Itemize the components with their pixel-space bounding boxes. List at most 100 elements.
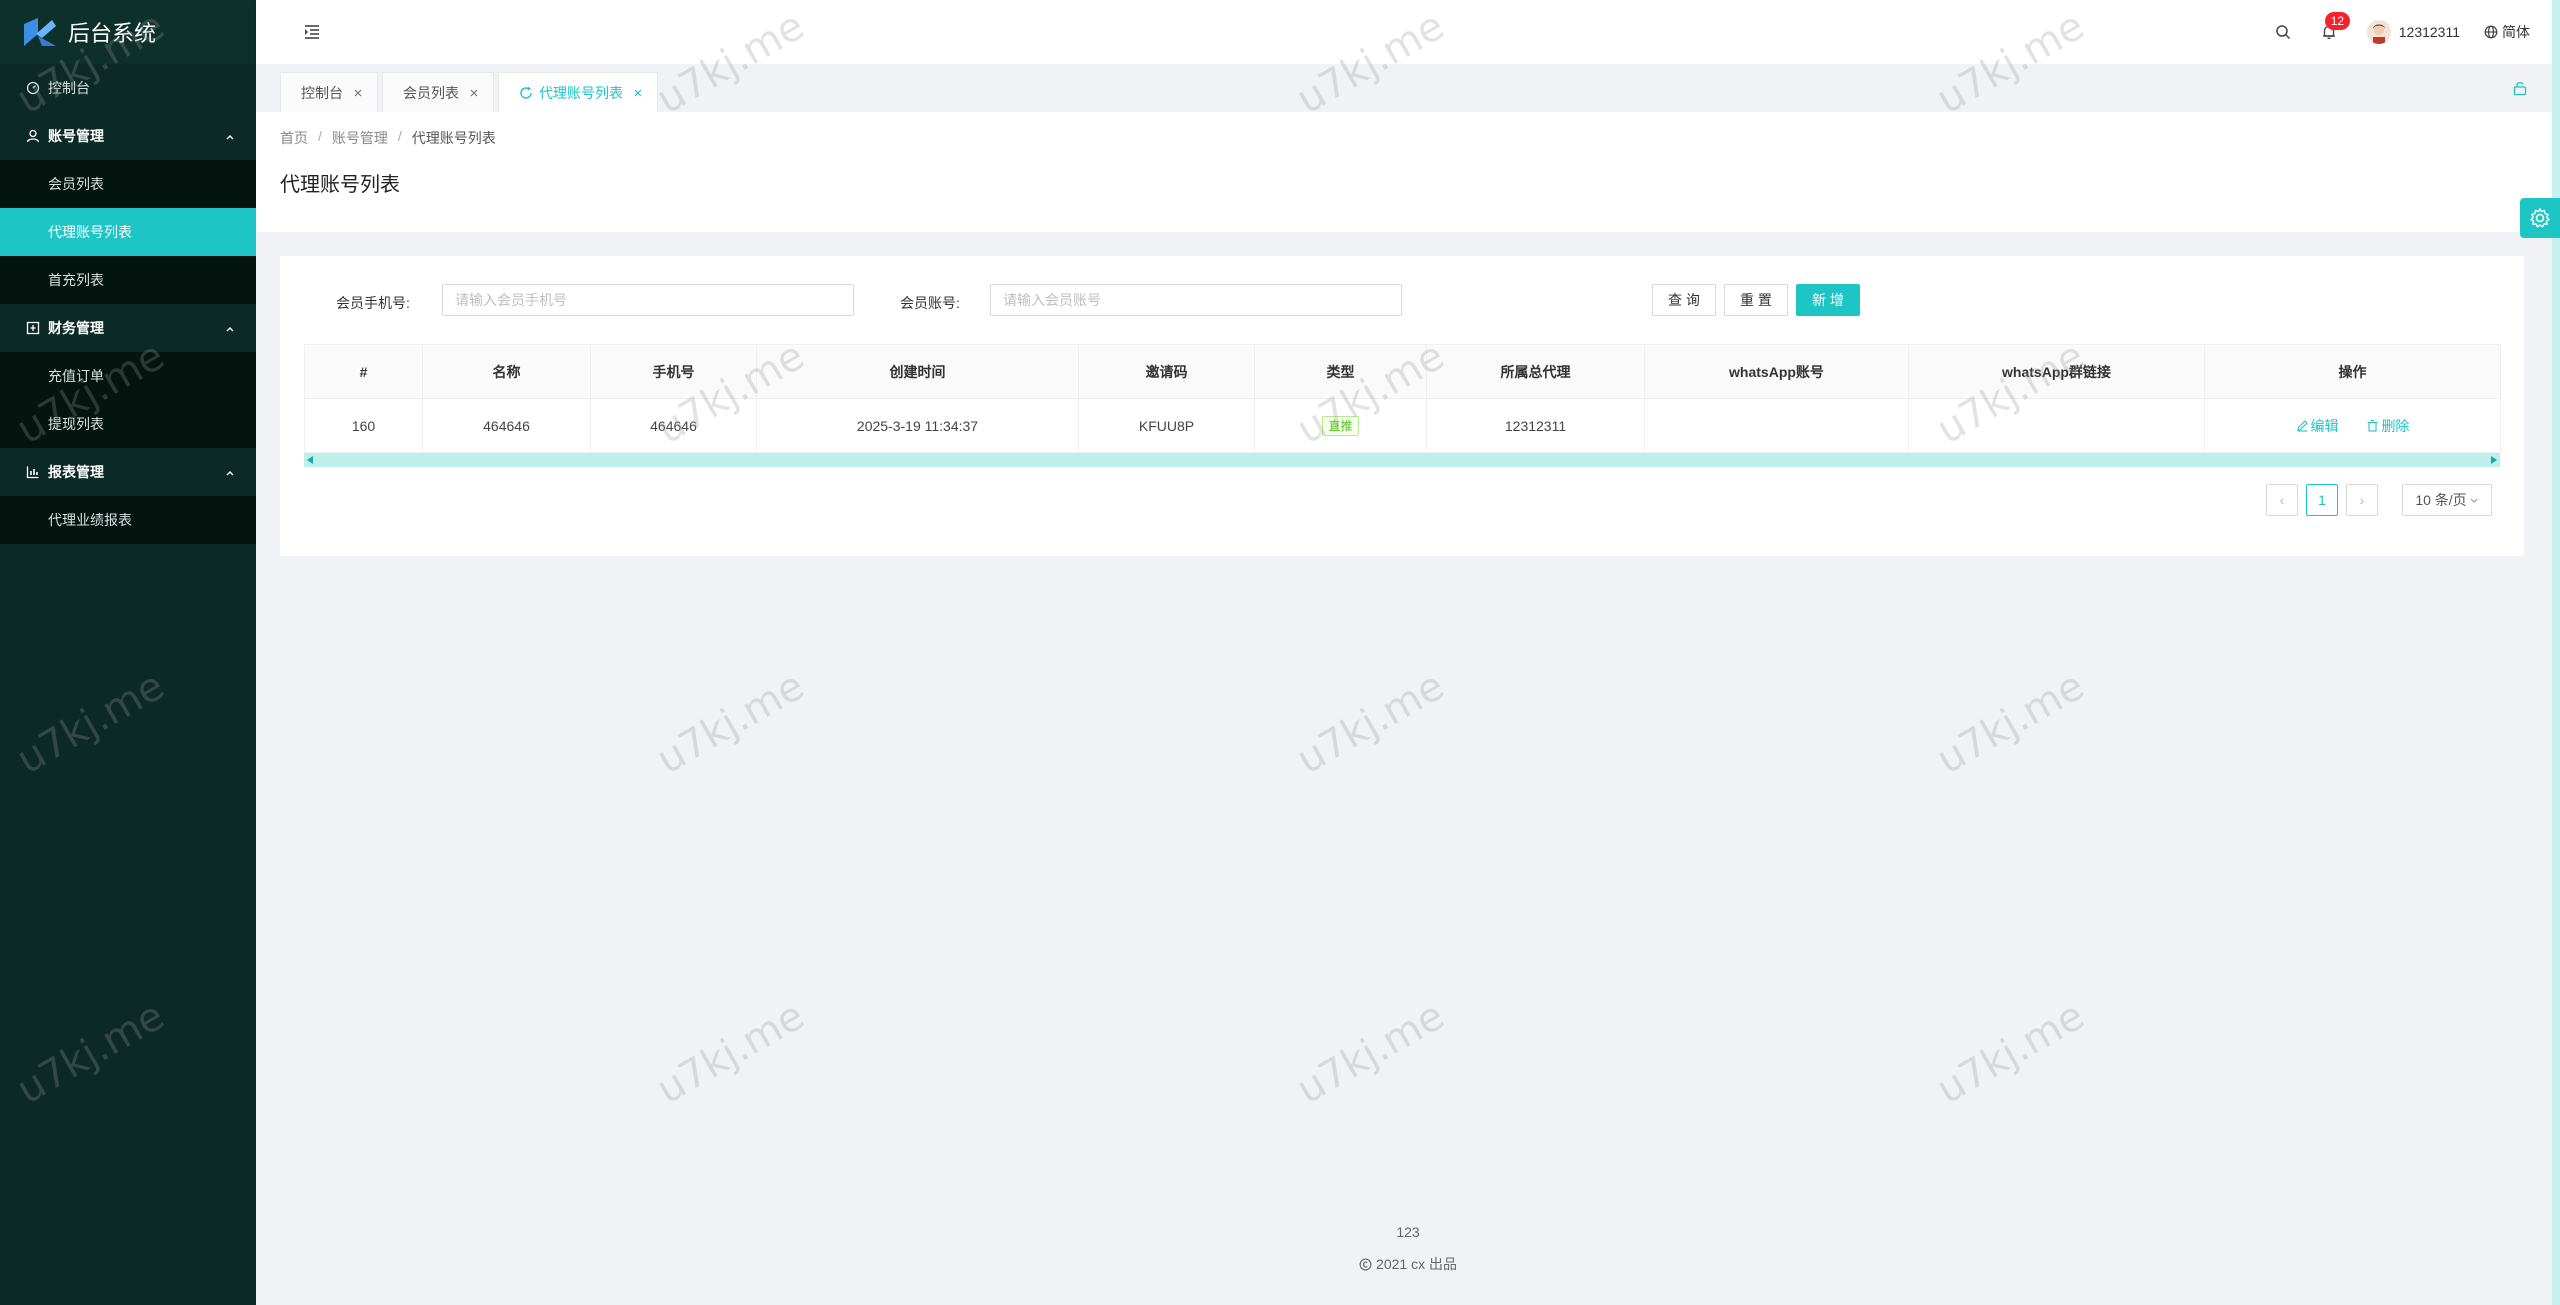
tab-member-list[interactable]: 会员列表	[382, 72, 494, 112]
watermark: u7kj.me	[1929, 992, 2093, 1114]
horizontal-scrollbar[interactable]	[304, 453, 2500, 467]
footer-copyright: 2021 cx 出品	[256, 1254, 2560, 1274]
sidebar-item-recharge-orders[interactable]: 充值订单	[0, 352, 256, 400]
cell-created: 2025-3-19 11:34:37	[756, 398, 1079, 453]
close-icon[interactable]	[469, 88, 479, 98]
scroll-left-arrow[interactable]	[307, 456, 313, 464]
reload-icon[interactable]	[519, 86, 533, 100]
sidebar-item-first-recharge[interactable]: 首充列表	[0, 256, 256, 304]
notification-badge: 12	[2324, 12, 2351, 30]
page-size-select[interactable]: 10 条/页	[2402, 484, 2492, 516]
breadcrumb-separator: /	[318, 128, 322, 144]
sidebar-group-label: 财务管理	[48, 320, 104, 336]
copyright-text: 2021 cx 出品	[1376, 1256, 1457, 1272]
watermark: u7kj.me	[649, 992, 813, 1114]
sidebar-group-label: 报表管理	[48, 464, 104, 480]
close-icon[interactable]	[353, 88, 363, 98]
scroll-right-arrow[interactable]	[2491, 456, 2497, 464]
header-actions: 12 12312311 简体	[2245, 0, 2530, 64]
language-switch[interactable]: 简体	[2484, 22, 2530, 42]
cell-type: 直推	[1254, 398, 1427, 453]
delete-label: 删除	[2381, 417, 2410, 434]
sidebar-item-withdraw-list[interactable]: 提现列表	[0, 400, 256, 448]
chevron-up-icon	[224, 130, 236, 142]
add-button[interactable]: 新 增	[1796, 284, 1860, 316]
watermark: u7kj.me	[1289, 992, 1453, 1114]
sidebar: 后台系统 控制台 账号管理 会员列表 代理账号列表 首充列表 财务管理 充值订单…	[0, 0, 256, 1305]
footer-links[interactable]: 123	[256, 1224, 2560, 1240]
breadcrumb-current: 代理账号列表	[411, 130, 496, 146]
breadcrumb-section[interactable]: 账号管理	[332, 128, 388, 148]
sidebar-item-label: 充值订单	[48, 368, 104, 384]
username[interactable]: 12312311	[2399, 24, 2460, 40]
sidebar-item-agent-list[interactable]: 代理账号列表	[0, 208, 256, 256]
tab-agent-list[interactable]: 代理账号列表	[498, 72, 658, 112]
settings-drawer-button[interactable]	[2520, 198, 2560, 238]
cell-name: 464646	[422, 398, 591, 453]
column-header: 类型	[1254, 344, 1427, 399]
close-icon[interactable]	[633, 88, 643, 98]
cell-id: 160	[304, 398, 423, 453]
chevron-up-icon	[224, 322, 236, 334]
page-number[interactable]: 1	[2306, 484, 2338, 516]
table-header: # 名称 手机号 创建时间 邀请码 类型 所属总代理 whatsApp账号 wh…	[304, 344, 2501, 399]
search-icon[interactable]	[2275, 24, 2291, 40]
header: 12 12312311 简体	[256, 0, 2560, 64]
bell-icon[interactable]: 12	[2321, 12, 2351, 40]
trash-icon	[2367, 419, 2378, 432]
cell-phone: 464646	[590, 398, 757, 453]
query-button[interactable]: 查 询	[1652, 284, 1716, 316]
tab-bar: 控制台 会员列表 代理账号列表	[256, 64, 2560, 112]
phone-input[interactable]	[442, 284, 854, 316]
cell-actions: 编辑 删除	[2204, 398, 2501, 453]
column-header: 所属总代理	[1426, 344, 1645, 399]
tab-dashboard[interactable]: 控制台	[280, 72, 378, 112]
sidebar-item-agent-performance[interactable]: 代理业绩报表	[0, 496, 256, 544]
sidebar-group-account[interactable]: 账号管理	[0, 112, 256, 160]
tab-label: 代理账号列表	[539, 84, 623, 101]
column-header: whatsApp账号	[1644, 344, 1909, 399]
sidebar-item-label: 代理业绩报表	[48, 512, 132, 528]
column-header: whatsApp群链接	[1908, 344, 2205, 399]
cell-wa-link	[1908, 398, 2205, 453]
account-label: 会员账号:	[900, 295, 960, 311]
sidebar-item-dashboard[interactable]: 控制台	[0, 64, 256, 112]
sidebar-item-label: 提现列表	[48, 416, 104, 432]
watermark: u7kj.me	[1929, 662, 2093, 784]
agent-table: # 名称 手机号 创建时间 邀请码 类型 所属总代理 whatsApp账号 wh…	[304, 344, 2501, 467]
cell-agent: 12312311	[1426, 398, 1645, 453]
sidebar-group-finance[interactable]: 财务管理	[0, 304, 256, 352]
unlock-icon[interactable]	[2512, 80, 2528, 96]
next-page-button[interactable]: ›	[2346, 484, 2378, 516]
finance-icon	[26, 321, 40, 335]
search-form: 会员手机号: 会员账号: 查 询 重 置 新 增	[280, 284, 2524, 320]
reset-button[interactable]: 重 置	[1724, 284, 1788, 316]
chevron-down-icon	[2470, 498, 2478, 503]
page-title: 代理账号列表	[280, 174, 400, 196]
chevron-up-icon	[224, 466, 236, 478]
breadcrumb: 首页 / 账号管理 / 代理账号列表	[280, 128, 2528, 148]
gear-icon	[2529, 207, 2551, 228]
breadcrumb-separator: /	[397, 128, 402, 144]
account-input[interactable]	[990, 284, 1402, 316]
logo-icon	[22, 16, 58, 48]
submenu-account: 会员列表 代理账号列表 首充列表	[0, 160, 256, 304]
sidebar-item-label: 控制台	[48, 80, 90, 96]
menu-fold-icon[interactable]	[302, 22, 322, 42]
sidebar-group-report[interactable]: 报表管理	[0, 448, 256, 496]
breadcrumb-home[interactable]: 首页	[280, 128, 308, 148]
phone-label: 会员手机号:	[336, 295, 410, 311]
sidebar-item-member-list[interactable]: 会员列表	[0, 160, 256, 208]
globe-icon	[2484, 25, 2498, 39]
edit-icon	[2296, 420, 2308, 432]
column-header: 名称	[422, 344, 591, 399]
language-label: 简体	[2502, 24, 2530, 40]
edit-link[interactable]: 编辑	[2296, 416, 2339, 436]
table-row: 160 464646 464646 2025-3-19 11:34:37 KFU…	[304, 398, 2501, 453]
avatar[interactable]	[2366, 20, 2391, 44]
watermark: u7kj.me	[649, 662, 813, 784]
sidebar-item-label: 会员列表	[48, 176, 104, 192]
sidebar-item-label: 首充列表	[48, 272, 104, 288]
delete-link[interactable]: 删除	[2366, 416, 2409, 436]
prev-page-button[interactable]: ‹	[2266, 484, 2298, 516]
